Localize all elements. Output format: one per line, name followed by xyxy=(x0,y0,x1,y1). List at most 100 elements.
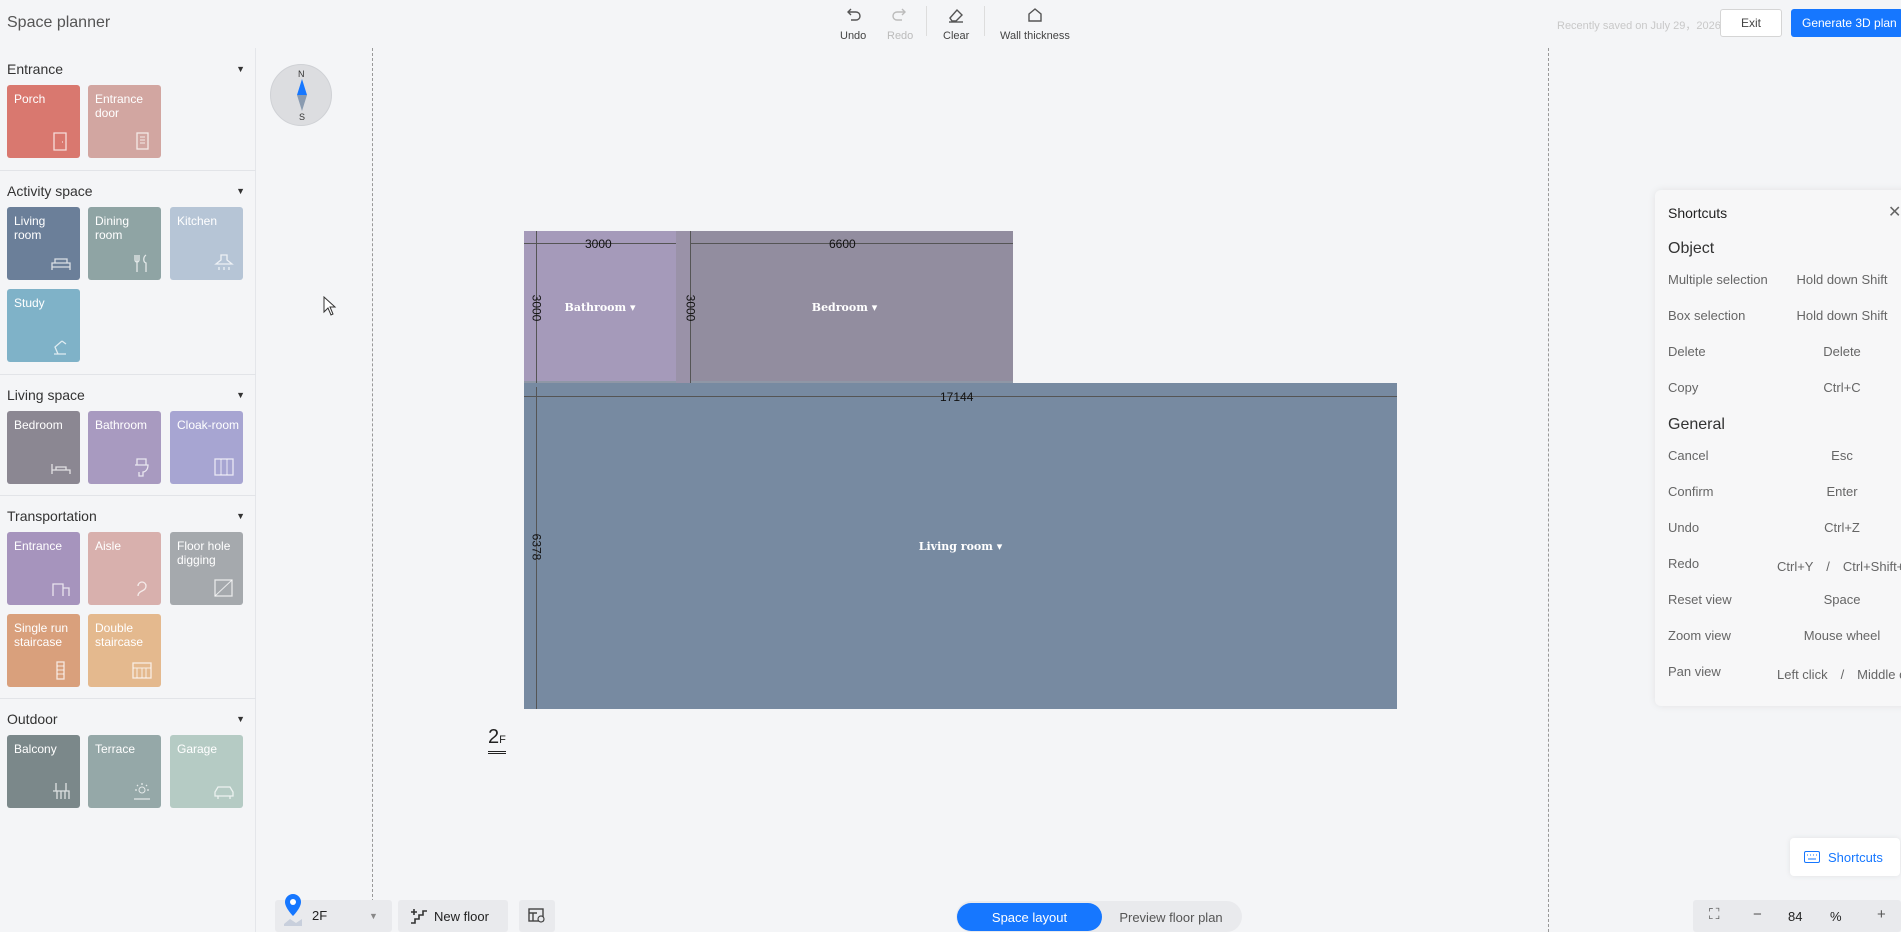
room-tile-label: Terrace xyxy=(95,742,136,756)
room-tile-single-run-staircase[interactable]: Single run staircase xyxy=(7,614,80,687)
room-tile-entrance[interactable]: Entrance xyxy=(7,532,80,605)
shortcut-keys: Mouse wheel xyxy=(1803,628,1881,643)
room-tile-living-room[interactable]: Living room xyxy=(7,207,80,280)
shortcut-row: Delete Delete xyxy=(1668,344,1898,362)
floor-select-value[interactable]: 2F xyxy=(312,908,327,923)
room-tile-label: Bathroom xyxy=(95,418,148,432)
location-pin-icon xyxy=(284,894,302,926)
aisle-icon xyxy=(137,581,147,597)
shortcut-row: Cancel Esc xyxy=(1668,448,1898,466)
dimension-bathroom-height: 3000 xyxy=(529,294,544,322)
room-living-room-label[interactable]: Living room ▾ xyxy=(919,540,1002,553)
new-floor-button[interactable]: New floor xyxy=(398,900,508,932)
room-tile-garage[interactable]: Garage xyxy=(170,735,243,808)
shortcut-action: Multiple selection xyxy=(1668,272,1768,287)
redo-button[interactable]: Redo xyxy=(887,6,913,42)
room-tile-porch[interactable]: Porch xyxy=(7,85,80,158)
zoom-out-icon[interactable]: − xyxy=(1753,906,1762,923)
generate-3d-plan-button[interactable]: Generate 3D plan xyxy=(1791,9,1901,37)
caret-down-icon[interactable]: ▼ xyxy=(236,714,245,724)
caret-down-icon[interactable]: ▼ xyxy=(236,186,245,196)
new-floor-label: New floor xyxy=(434,908,489,924)
room-living-room[interactable]: Living room ▾ xyxy=(524,383,1397,709)
fit-view-icon[interactable]: ⛶ xyxy=(1709,906,1720,923)
room-tile-label: Porch xyxy=(14,92,46,106)
room-tile-balcony[interactable]: Balcony xyxy=(7,735,80,808)
caret-down-icon[interactable]: ▼ xyxy=(236,390,245,400)
room-bathroom-label[interactable]: Bathroom ▾ xyxy=(565,301,636,314)
chevron-down-icon[interactable]: ▼ xyxy=(369,911,378,921)
section-title: Transportation xyxy=(7,508,97,524)
toolbar-divider xyxy=(984,6,985,36)
undo-button[interactable]: Undo xyxy=(840,6,866,42)
room-bathroom[interactable]: Bathroom ▾ xyxy=(524,231,676,383)
zoom-in-icon[interactable]: + xyxy=(1877,906,1886,923)
room-tile-label: Entrance xyxy=(14,539,63,553)
tab-preview-floor-plan[interactable]: Preview floor plan xyxy=(1102,903,1240,931)
wardrobe-icon xyxy=(214,458,234,476)
shortcuts-button[interactable]: Shortcuts xyxy=(1790,838,1900,876)
section-divider xyxy=(0,698,256,699)
shortcut-row: Copy Ctrl+C xyxy=(1668,380,1898,398)
compass-needle-icon xyxy=(297,79,307,111)
room-bedroom-label[interactable]: Bedroom ▾ xyxy=(812,301,877,314)
caret-down-icon[interactable]: ▼ xyxy=(236,511,245,521)
room-tile-label: Floor hole digging xyxy=(177,539,231,567)
section-header-entrance[interactable]: Entrance ▼ xyxy=(7,60,247,78)
shortcut-keys: Ctrl+Y / Ctrl+Shift+Z xyxy=(1777,559,1901,574)
section-title: Living space xyxy=(7,387,85,403)
shortcut-keys: Ctrl+Z xyxy=(1824,520,1860,535)
room-tile-double-staircase[interactable]: Double staircase xyxy=(88,614,161,687)
shortcut-keys: Delete xyxy=(1823,344,1861,359)
shortcut-action: Undo xyxy=(1668,520,1700,535)
single-stair-icon xyxy=(56,661,65,680)
shortcuts-button-label: Shortcuts xyxy=(1828,849,1883,865)
section-header-living-space[interactable]: Living space ▼ xyxy=(7,386,247,404)
shortcut-action: Pan view xyxy=(1668,664,1721,679)
undo-icon xyxy=(847,8,861,21)
wall-divider xyxy=(524,381,1013,383)
room-tile-terrace[interactable]: Terrace xyxy=(88,735,161,808)
door-icon xyxy=(53,132,67,151)
zoom-value[interactable]: 84 xyxy=(1788,909,1802,924)
room-tile-bedroom[interactable]: Bedroom xyxy=(7,411,80,484)
room-tile-label: Entrance door xyxy=(95,92,144,120)
shortcut-row: Redo Ctrl+Y / Ctrl+Shift+Z xyxy=(1668,556,1901,574)
room-tile-bathroom[interactable]: Bathroom xyxy=(88,411,161,484)
section-header-outdoor[interactable]: Outdoor ▼ xyxy=(7,710,247,728)
mouse-cursor-icon xyxy=(323,296,337,316)
room-tile-floor-hole-digging[interactable]: Floor hole digging xyxy=(170,532,243,605)
floor-manage-button[interactable] xyxy=(519,900,555,932)
exit-button[interactable]: Exit xyxy=(1720,9,1782,37)
room-tile-kitchen[interactable]: Kitchen xyxy=(170,207,243,280)
close-icon[interactable]: ✕ xyxy=(1888,202,1901,222)
section-title: Activity space xyxy=(7,183,93,199)
section-header-activity-space[interactable]: Activity space ▼ xyxy=(7,182,247,200)
room-tile-label: Single run staircase xyxy=(14,621,69,649)
shortcut-keys: Space xyxy=(1823,592,1861,607)
caret-down-icon[interactable]: ▼ xyxy=(236,64,245,74)
shortcut-keys: Hold down Shift xyxy=(1796,272,1888,287)
section-header-transportation[interactable]: Transportation ▼ xyxy=(7,507,247,525)
room-tile-label: Balcony xyxy=(14,742,57,756)
room-tile-label: Cloak-room xyxy=(177,418,240,432)
room-tile-label: Aisle xyxy=(95,539,122,553)
wall-thickness-button[interactable]: Wall thickness xyxy=(1000,6,1070,42)
room-tile-entrance-door[interactable]: Entrance door xyxy=(88,85,161,158)
redo-label: Redo xyxy=(887,30,914,42)
clear-button[interactable]: Clear xyxy=(943,6,969,42)
room-tile-study[interactable]: Study xyxy=(7,289,80,362)
room-tile-label: Living room xyxy=(14,214,46,242)
shortcut-row: Box selection Hold down Shift xyxy=(1668,308,1898,326)
section-divider xyxy=(0,374,256,375)
room-tile-aisle[interactable]: Aisle xyxy=(88,532,161,605)
toolbar-divider xyxy=(926,6,927,36)
section-title: Outdoor xyxy=(7,711,58,727)
cutlery-icon xyxy=(134,254,147,272)
room-tile-cloak-room[interactable]: Cloak-room xyxy=(170,411,243,484)
room-tile-dining-room[interactable]: Dining room xyxy=(88,207,161,280)
clear-label: Clear xyxy=(943,30,970,42)
tab-space-layout[interactable]: Space layout xyxy=(957,903,1102,931)
shortcut-action: Reset view xyxy=(1668,592,1732,607)
room-bedroom[interactable]: Bedroom ▾ xyxy=(676,231,1013,383)
